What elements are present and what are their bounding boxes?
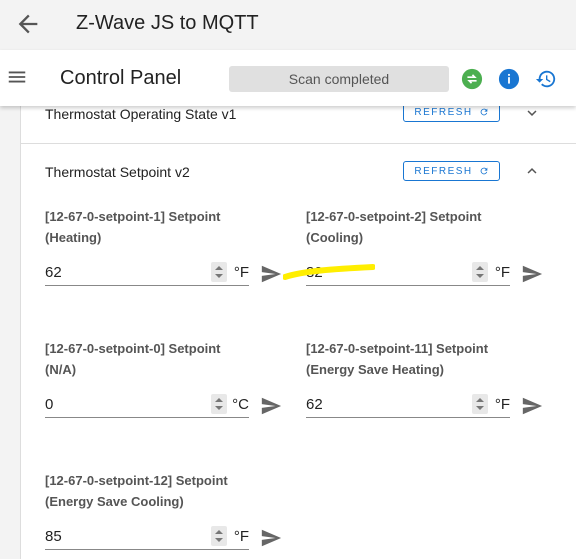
setpoint-na-label: [12-67-0-setpoint-0] Setpoint (N/A) — [45, 341, 221, 377]
field-value: 85 — [45, 528, 62, 545]
refresh-button[interactable]: REFRESH — [403, 106, 500, 122]
unit-label: °F — [233, 264, 249, 281]
chevron-down-icon[interactable] — [523, 106, 541, 122]
spinner-icon[interactable] — [211, 262, 227, 282]
refresh-icon — [480, 167, 487, 175]
spinner-icon[interactable] — [211, 526, 227, 546]
field-value: 0 — [45, 396, 54, 413]
refresh-button[interactable]: REFRESH — [403, 161, 500, 181]
send-icon[interactable] — [520, 263, 544, 285]
spinner-icon[interactable] — [472, 262, 488, 282]
setpoint-energy-save-heating-input[interactable]: 62 °F — [306, 392, 510, 418]
unit-label: °F — [494, 264, 510, 281]
setpoint-heating-input[interactable]: 62 °F — [45, 260, 249, 286]
chevron-up-icon[interactable] — [523, 162, 541, 180]
setpoint-na-input[interactable]: 0 °C — [45, 392, 249, 418]
highlighter-mark — [283, 264, 375, 280]
spinner-icon[interactable] — [472, 394, 488, 414]
field-value: 62 — [306, 396, 323, 413]
unit-label: °F — [494, 396, 510, 413]
spinner-icon[interactable] — [211, 394, 227, 414]
section-title: Thermostat Operating State v1 — [45, 106, 237, 122]
setpoint-energy-save-heating-label: [12-67-0-setpoint-11] Setpoint (Energy Sa… — [306, 341, 489, 377]
setpoint-heating-label: [12-67-0-setpoint-1] Setpoint (Heating) — [45, 209, 221, 245]
info-icon[interactable] — [498, 68, 520, 90]
scan-status-badge: Scan completed — [229, 66, 449, 92]
field-value: 62 — [45, 264, 62, 281]
unit-label: °C — [232, 396, 249, 413]
refresh-label: REFRESH — [414, 165, 473, 177]
setpoint-cooling-label: [12-67-0-setpoint-2] Setpoint (Cooling) — [306, 209, 482, 245]
menu-icon[interactable] — [6, 66, 28, 88]
refresh-label: REFRESH — [414, 106, 473, 118]
setpoint-energy-save-cooling-label: [12-67-0-setpoint-12] Setpoint (Energy Sa… — [45, 473, 228, 509]
history-icon[interactable] — [535, 68, 557, 90]
back-arrow-icon[interactable] — [14, 10, 42, 38]
send-icon[interactable] — [259, 395, 283, 417]
app-title: Z-Wave JS to MQTT — [76, 12, 259, 34]
refresh-icon — [480, 108, 487, 116]
page-title: Control Panel — [60, 67, 182, 89]
swap-icon[interactable] — [461, 68, 483, 90]
app-bar: Z-Wave JS to MQTT — [0, 0, 576, 48]
send-icon[interactable] — [259, 527, 283, 549]
content-area: Thermostat Operating State v1 REFRESH Th… — [0, 106, 576, 559]
section-title: Thermostat Setpoint v2 — [45, 164, 190, 180]
section-operating-state[interactable]: Thermostat Operating State v1 REFRESH — [21, 106, 576, 144]
send-icon[interactable] — [520, 395, 544, 417]
command-class-panel: Thermostat Operating State v1 REFRESH Th… — [20, 106, 576, 559]
send-icon[interactable] — [259, 263, 283, 285]
toolbar: Control Panel Scan completed — [0, 50, 576, 106]
unit-label: °F — [233, 528, 249, 545]
setpoint-energy-save-cooling-input[interactable]: 85 °F — [45, 524, 249, 550]
